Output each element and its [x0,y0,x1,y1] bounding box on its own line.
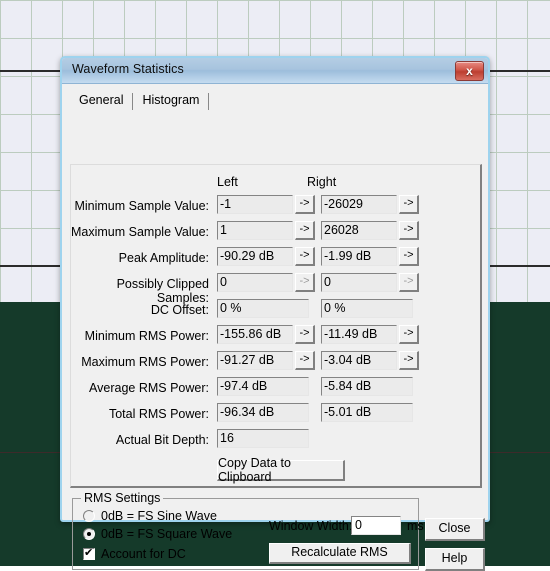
radio-sine-wave[interactable]: 0dB = FS Sine Wave [83,509,217,523]
stat-value-right: -26029 [321,195,397,214]
stat-value-left: -90.29 dB [217,247,293,266]
radio-square-label: 0dB = FS Square Wave [101,527,233,541]
stat-value-left: -155.86 dB [217,325,293,344]
stat-value-left: 0 [217,273,293,292]
stat-row: Actual Bit Depth: 16 [71,429,480,450]
stat-value-right: -5.01 dB [321,403,413,422]
column-header-right: Right [307,175,337,189]
close-icon: x [466,64,473,78]
goto-right-arrow-button[interactable]: -> [399,247,419,266]
tab-general-label: General [79,93,124,107]
stat-value-left: 0 % [217,299,309,318]
close-icon-button[interactable]: x [455,61,484,81]
goto-left-arrow-button[interactable]: -> [295,221,315,240]
recalculate-button-label: Recalculate RMS [291,545,388,559]
goto-left-arrow-button[interactable]: -> [295,351,315,370]
stat-row-label: Minimum RMS Power: [84,329,209,343]
stat-row-label: Average RMS Power: [89,381,209,395]
goto-left-arrow-button[interactable]: -> [295,195,315,214]
stat-value-right: -3.04 dB [321,351,397,370]
help-button-label: Help [441,551,468,565]
rms-settings-legend: RMS Settings [81,491,164,505]
stat-row-label: Total RMS Power: [108,407,209,421]
goto-right-arrow-button: -> [399,273,419,292]
window-width-unit: ms [407,519,424,533]
stat-value-left: -97.4 dB [217,377,309,396]
stat-row-label: Maximum Sample Value: [71,225,210,239]
stat-value-right: 26028 [321,221,397,240]
help-button[interactable]: Help [425,548,485,571]
stat-value-right: 0 % [321,299,413,318]
stat-value-left: 1 [217,221,293,240]
stat-row-label: Actual Bit Depth: [115,433,209,447]
tab-histogram-label: Histogram [142,93,200,107]
stat-value-left: 16 [217,429,309,448]
column-header-left: Left [217,175,238,189]
stat-value-right: -5.84 dB [321,377,413,396]
copy-data-to-clipboard-button[interactable]: Copy Data to Clipboard [217,456,345,484]
radio-sine-indicator [83,510,95,522]
account-for-dc-label: Account for DC [101,547,186,561]
stat-row: Possibly Clipped Samples: 0 -> 0 -> [71,273,480,305]
dialog-titlebar[interactable]: Waveform Statistics x [62,58,488,84]
stat-value-right: -11.49 dB [321,325,397,344]
rms-settings-group: RMS Settings 0dB = FS Sine Wave 0dB = FS… [72,491,424,570]
close-button-label: Close [438,521,471,535]
stat-value-left: -91.27 dB [217,351,293,370]
radio-sine-label: 0dB = FS Sine Wave [101,509,217,523]
waveform-statistics-dialog: Waveform Statistics x General Histogram … [60,56,490,571]
copy-button-label: Copy Data to Clipboard [218,456,291,484]
stat-row-label: Maximum RMS Power: [81,355,209,369]
radio-square-wave[interactable]: 0dB = FS Square Wave [83,527,232,541]
stat-value-left: -1 [217,195,293,214]
goto-right-arrow-button[interactable]: -> [399,351,419,370]
window-width-label: Window Width: [269,519,353,533]
stat-row: Minimum Sample Value: -1 -> -26029 -> [71,195,480,216]
tab-strip: General Histogram [70,90,488,113]
stat-row: DC Offset: 0 % 0 % [71,299,480,320]
goto-right-arrow-button[interactable]: -> [399,195,419,214]
checkbox-account-for-dc[interactable]: Account for DC [83,546,186,561]
window-width-input[interactable]: 0 [351,516,401,535]
dialog-title: Waveform Statistics [72,62,184,76]
stat-row: Maximum RMS Power: -91.27 dB -> -3.04 dB -> [71,351,480,372]
stat-row: Total RMS Power: -96.34 dB -5.01 dB [71,403,480,424]
general-tab-panel: Left Right Minimum Sample Value: -1 -> -260… [70,164,482,488]
stat-row: Average RMS Power: -97.4 dB -5.84 dB [71,377,480,398]
goto-right-arrow-button[interactable]: -> [399,221,419,240]
account-for-dc-indicator [83,546,95,560]
stat-row-label: DC Offset: [150,303,209,317]
radio-square-indicator [83,528,95,540]
stat-row-label: Minimum Sample Value: [74,199,209,213]
goto-left-arrow-button: -> [295,273,315,292]
goto-right-arrow-button[interactable]: -> [399,325,419,344]
tab-separator-2 [208,93,210,110]
stat-value-right: 0 [321,273,397,292]
stat-row: Maximum Sample Value: 1 -> 26028 -> [71,221,480,242]
tab-histogram[interactable]: Histogram [133,90,209,112]
recalculate-rms-button[interactable]: Recalculate RMS [269,543,411,564]
stat-row: Peak Amplitude: -90.29 dB -> -1.99 dB -> [71,247,480,268]
tab-general[interactable]: General [70,90,133,112]
goto-left-arrow-button[interactable]: -> [295,247,315,266]
stat-value-right: -1.99 dB [321,247,397,266]
stat-value-left: -96.34 dB [217,403,309,422]
stat-row-label: Peak Amplitude: [118,251,209,265]
goto-left-arrow-button[interactable]: -> [295,325,315,344]
stat-row: Minimum RMS Power: -155.86 dB -> -11.49 dB -… [71,325,480,346]
close-button[interactable]: Close [425,518,485,541]
